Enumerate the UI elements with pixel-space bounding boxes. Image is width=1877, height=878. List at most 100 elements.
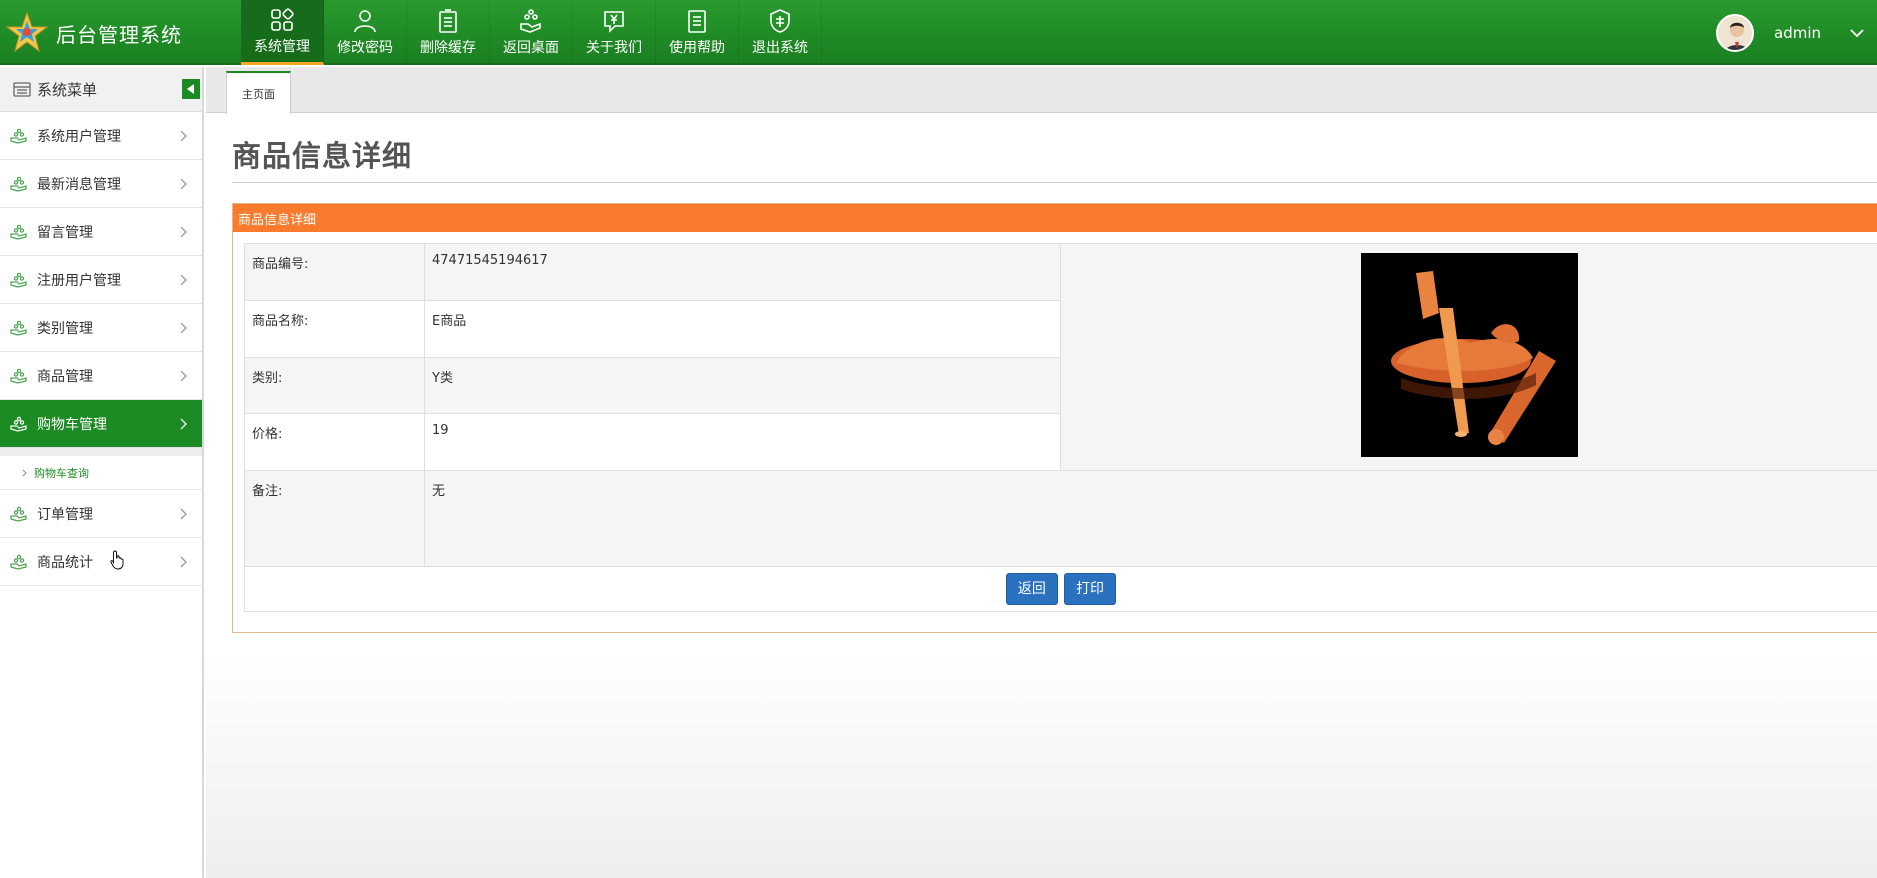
sidebar-item-label: 订单管理 [37, 506, 93, 523]
sidebar-item-orders[interactable]: 订单管理 [0, 490, 202, 538]
hand-cursor-icon [110, 550, 124, 570]
app-title: 后台管理系统 [56, 22, 182, 47]
field-value: Y类 [424, 356, 1061, 415]
user-icon [354, 10, 376, 33]
sidebar-item-messages[interactable]: 留言管理 [0, 208, 202, 256]
table-row: 备注: 无 [244, 470, 1877, 567]
button-row: 返回 打印 [244, 566, 1877, 612]
grid-icon [271, 7, 294, 31]
sidebar-collapse-button[interactable] [182, 79, 200, 99]
field-value: E商品 [424, 299, 1061, 358]
sidebar-header: 系统菜单 [0, 67, 202, 112]
sidebar-item-label: 类别管理 [37, 320, 93, 337]
caret-left-icon [187, 84, 194, 94]
hand-coins-icon [10, 416, 27, 432]
hand-coins-icon [10, 554, 27, 570]
yen-chat-icon [604, 11, 624, 33]
nav-back-desktop[interactable]: 返回桌面 [490, 0, 573, 65]
field-value: 19 [424, 413, 1061, 471]
nav-label: 退出系统 [752, 40, 808, 56]
tab-bar: 主页面 [206, 67, 1877, 114]
sidebar-item-cart[interactable]: 购物车管理 [0, 400, 202, 448]
sidebar-item-label: 系统用户管理 [37, 128, 121, 145]
avatar-image-icon [1718, 15, 1752, 50]
hand-coins-icon [520, 9, 541, 33]
field-label: 商品编号: [244, 243, 425, 301]
product-detail-table: 商品编号: 47471545194617 商品名称: E商品 类别: Y类 价格… [244, 243, 1877, 612]
sidebar-item-statistics[interactable]: 商品统计 [0, 538, 202, 586]
nav-about-us[interactable]: 关于我们 [573, 0, 656, 65]
tab-home[interactable]: 主页面 [226, 71, 291, 114]
sidebar-item-categories[interactable]: 类别管理 [0, 304, 202, 352]
sidebar-item-label: 最新消息管理 [37, 176, 121, 193]
nav-label: 删除缓存 [420, 40, 476, 56]
table-row: 商品编号: 47471545194617 [244, 243, 1877, 471]
hand-coins-icon [10, 224, 27, 240]
nav-system-management[interactable]: 系统管理 [241, 0, 324, 65]
star-logo-icon [5, 11, 49, 53]
sidebar-item-news[interactable]: 最新消息管理 [0, 160, 202, 208]
field-label: 类别: [244, 356, 425, 415]
field-label: 商品名称: [244, 299, 425, 358]
hand-coins-icon [10, 176, 27, 192]
sidebar-item-label: 注册用户管理 [37, 272, 121, 289]
calendar-icon [13, 82, 31, 97]
chevron-right-icon [180, 130, 187, 142]
nav-label: 返回桌面 [503, 40, 559, 56]
nav-clear-cache[interactable]: 删除缓存 [407, 0, 490, 65]
hand-coins-icon [10, 368, 27, 384]
chevron-right-icon [180, 508, 187, 520]
main-content: 主页面 商品信息详细 商品信息详细 商品编号: 47471545194617 商… [206, 67, 1877, 878]
sidebar-item-label: 留言管理 [37, 224, 93, 241]
nav-help[interactable]: 使用帮助 [656, 0, 739, 65]
user-name: admin [1774, 23, 1821, 42]
sidebar-item-registered-users[interactable]: 注册用户管理 [0, 256, 202, 304]
product-image [1360, 253, 1578, 457]
hand-coins-icon [10, 320, 27, 336]
hand-coins-icon [10, 128, 27, 144]
print-button[interactable]: 打印 [1064, 573, 1117, 605]
top-nav: 系统管理 修改密码 删除缓存 返回桌面 关于我们 使用帮助 退出系统 [241, 0, 822, 65]
sidebar-item-products[interactable]: 商品管理 [0, 352, 202, 400]
user-menu[interactable]: admin [1716, 0, 1877, 65]
nav-label: 系统管理 [254, 38, 310, 55]
nav-label: 使用帮助 [669, 40, 725, 56]
nav-label: 修改密码 [337, 40, 393, 56]
nav-logout[interactable]: 退出系统 [739, 0, 822, 65]
field-value: 无 [424, 470, 1877, 567]
nav-change-password[interactable]: 修改密码 [324, 0, 407, 65]
sidebar-item-system-users[interactable]: 系统用户管理 [0, 112, 202, 160]
submenu-item-cart-query[interactable]: 购物车查询 [0, 448, 202, 490]
sidebar-item-label: 商品统计 [37, 554, 93, 571]
nav-label: 关于我们 [586, 40, 642, 56]
sidebar-title: 系统菜单 [37, 80, 98, 99]
chevron-right-icon [180, 226, 187, 238]
chevron-right-icon [180, 418, 187, 430]
chevron-right-icon [180, 322, 187, 334]
panel-title: 商品信息详细 [233, 204, 1877, 232]
clipboard-icon [439, 9, 457, 33]
sidebar: 系统菜单 系统用户管理 最新消息管理 留言管理 注册用户管理 类别管理 商品管理… [0, 67, 204, 878]
field-label: 备注: [244, 470, 425, 567]
sidebar-item-label: 购物车管理 [37, 416, 107, 433]
chevron-right-icon [180, 370, 187, 382]
notebook-icon [688, 10, 706, 33]
chevron-right-icon [180, 274, 187, 286]
chevron-right-icon [180, 556, 187, 568]
chevron-right-icon [180, 178, 187, 190]
avatar[interactable] [1716, 13, 1754, 52]
chevron-right-icon [22, 469, 27, 476]
back-button[interactable]: 返回 [1005, 573, 1058, 605]
sidebar-item-label: 商品管理 [37, 368, 93, 385]
logo: 后台管理系统 [4, 10, 182, 56]
chevron-down-icon[interactable] [1847, 23, 1867, 43]
title-divider [232, 182, 1877, 183]
hand-coins-icon [10, 506, 27, 522]
submenu-label: 购物车查询 [34, 466, 89, 480]
hand-coins-icon [10, 272, 27, 288]
top-header: 后台管理系统 系统管理 修改密码 删除缓存 返回桌面 关于我们 使用帮助 退出系… [0, 0, 1877, 65]
field-label: 价格: [244, 413, 425, 471]
button-cell: 返回 打印 [244, 566, 1877, 612]
detail-panel: 商品信息详细 商品编号: 47471545194617 商品名称: E商品 类别… [232, 203, 1877, 633]
field-value: 47471545194617 [424, 243, 1061, 301]
